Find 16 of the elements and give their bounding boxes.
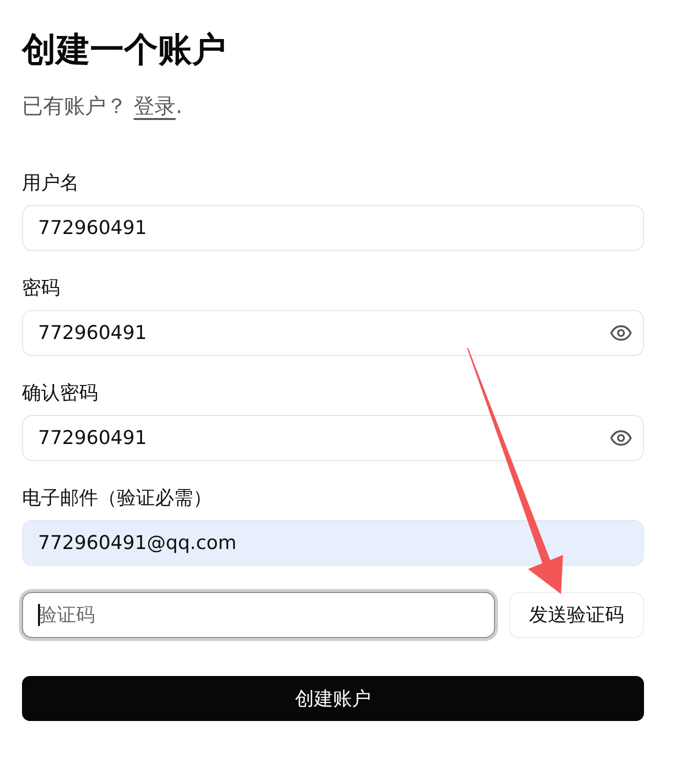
- eye-icon[interactable]: [610, 430, 632, 446]
- username-field[interactable]: 772960491: [22, 205, 644, 251]
- eye-icon[interactable]: [610, 325, 632, 341]
- password-field[interactable]: 772960491: [22, 415, 644, 461]
- field-label: 密码: [22, 276, 60, 301]
- field-label: 用户名: [22, 171, 79, 196]
- field-label: 电子邮件（验证必需）: [22, 486, 212, 511]
- password-field[interactable]: 772960491: [22, 310, 644, 356]
- text-cursor-icon: [38, 604, 40, 626]
- create-account-button[interactable]: 创建账户: [22, 676, 644, 721]
- field-label: 确认密码: [22, 381, 98, 406]
- send-code-button[interactable]: 发送验证码: [509, 592, 644, 638]
- login-link[interactable]: 登录: [134, 94, 176, 118]
- email-field[interactable]: 772960491@qq.com: [22, 520, 644, 566]
- login-prompt: 已有账户？ 登录.: [22, 93, 182, 120]
- page-title: 创建一个账户: [22, 30, 226, 70]
